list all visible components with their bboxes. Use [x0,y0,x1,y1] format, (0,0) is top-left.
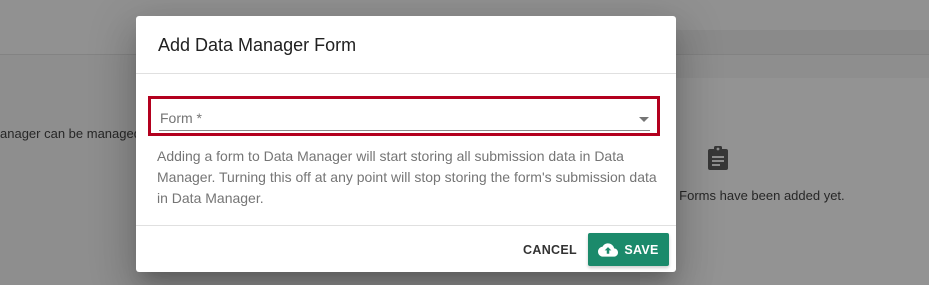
form-select[interactable]: Form * [159,105,650,131]
cloud-upload-icon [598,242,619,257]
form-field-highlight: Form * [148,96,660,136]
dialog-footer-divider [136,225,676,226]
form-helper-text: Adding a form to Data Manager will start… [157,148,657,206]
save-button-label: SAVE [624,242,659,257]
dialog-header-divider [136,73,676,74]
save-button[interactable]: SAVE [588,233,669,266]
form-select-label: Form * [160,110,202,126]
add-data-manager-form-dialog: Add Data Manager Form Form * Adding a fo… [136,16,676,272]
dropdown-arrow-icon[interactable] [639,117,649,122]
cancel-button[interactable]: CANCEL [518,234,582,266]
dialog-title: Add Data Manager Form [158,35,357,55]
